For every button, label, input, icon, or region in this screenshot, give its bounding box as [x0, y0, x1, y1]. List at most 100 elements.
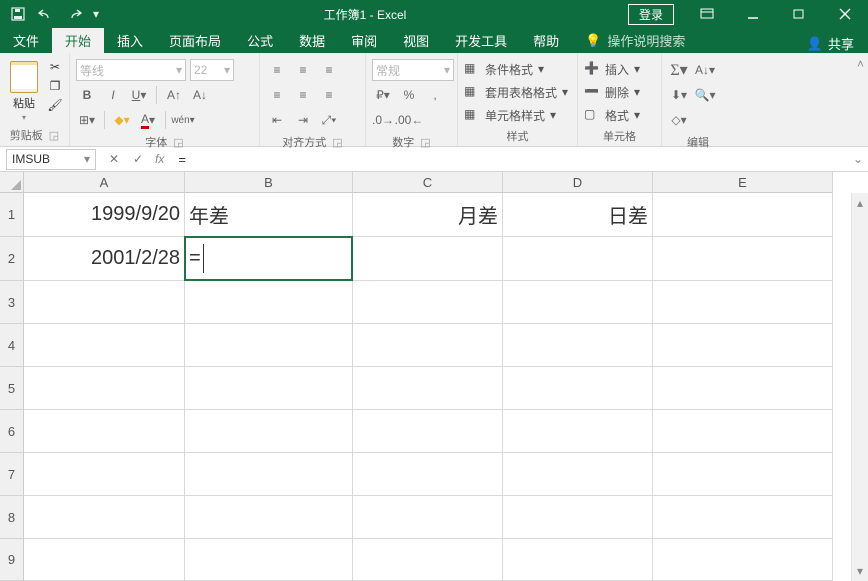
save-icon[interactable]	[6, 3, 30, 25]
cell-C4[interactable]	[353, 324, 503, 367]
comma-icon[interactable]: ,	[424, 84, 446, 106]
cell-E9[interactable]	[653, 539, 833, 581]
cell-A9[interactable]	[24, 539, 185, 581]
percent-icon[interactable]: %	[398, 84, 420, 106]
row-head-9[interactable]: 9	[0, 539, 24, 581]
dialog-launcher-icon[interactable]: ◲	[420, 136, 430, 149]
row-head-4[interactable]: 4	[0, 324, 24, 367]
align-left-icon[interactable]: ≡	[266, 84, 288, 106]
cell-D4[interactable]	[503, 324, 653, 367]
tab-file[interactable]: 文件	[0, 28, 52, 53]
cell-A8[interactable]	[24, 496, 185, 539]
font-color-button[interactable]: A▾	[137, 109, 159, 131]
cell-styles-button[interactable]: ▦单元格样式 ▾	[464, 105, 568, 125]
cell-C5[interactable]	[353, 367, 503, 410]
tell-me[interactable]: 💡操作说明搜索	[572, 28, 698, 53]
cell-B1[interactable]: 年差	[185, 193, 353, 237]
decrease-font-icon[interactable]: A↓	[189, 84, 211, 106]
cell-A2[interactable]: 2001/2/28	[24, 237, 185, 281]
find-select-icon[interactable]: 🔍▾	[694, 84, 716, 106]
scroll-up-icon[interactable]: ▴	[857, 196, 863, 210]
minimize-icon[interactable]	[730, 0, 776, 28]
undo-icon[interactable]	[34, 3, 58, 25]
paste-button[interactable]: 粘贴 ▾	[6, 59, 42, 124]
orientation-icon[interactable]: ⤢▾	[318, 109, 340, 131]
bold-button[interactable]: B	[76, 84, 98, 106]
col-head-B[interactable]: B	[185, 172, 353, 193]
row-head-2[interactable]: 2	[0, 237, 24, 281]
cell-D6[interactable]	[503, 410, 653, 453]
cell-C7[interactable]	[353, 453, 503, 496]
delete-cells-button[interactable]: ➖删除 ▾	[584, 82, 640, 102]
cell-B9[interactable]	[185, 539, 353, 581]
col-head-E[interactable]: E	[653, 172, 833, 193]
select-all-corner[interactable]	[0, 172, 24, 193]
decrease-decimal-icon[interactable]: .00←	[398, 109, 420, 131]
autosum-button[interactable]: Σ▾	[668, 59, 690, 81]
cell-C8[interactable]	[353, 496, 503, 539]
redo-icon[interactable]	[62, 3, 86, 25]
cell-E3[interactable]	[653, 281, 833, 324]
tab-developer[interactable]: 开发工具	[442, 28, 520, 53]
align-right-icon[interactable]: ≡	[318, 84, 340, 106]
font-name-select[interactable]: 等线▾	[76, 59, 186, 81]
active-cell[interactable]: =	[184, 236, 353, 281]
cell-E1[interactable]	[653, 193, 833, 237]
cell-D1[interactable]: 日差	[503, 193, 653, 237]
cell-D7[interactable]	[503, 453, 653, 496]
align-center-icon[interactable]: ≡	[292, 84, 314, 106]
cell-B8[interactable]	[185, 496, 353, 539]
cell-A7[interactable]	[24, 453, 185, 496]
phonetic-button[interactable]: wén▾	[172, 109, 194, 131]
format-painter-icon[interactable]: 🖌	[47, 97, 63, 113]
insert-cells-button[interactable]: ➕插入 ▾	[584, 59, 640, 79]
col-head-A[interactable]: A	[24, 172, 185, 193]
cell-E6[interactable]	[653, 410, 833, 453]
row-head-3[interactable]: 3	[0, 281, 24, 324]
cell-E4[interactable]	[653, 324, 833, 367]
conditional-format-button[interactable]: ▦条件格式 ▾	[464, 59, 568, 79]
increase-decimal-icon[interactable]: .0→	[372, 109, 394, 131]
cell-C3[interactable]	[353, 281, 503, 324]
currency-icon[interactable]: ₽▾	[372, 84, 394, 106]
fill-button[interactable]: ⬇▾	[668, 84, 690, 106]
cut-icon[interactable]: ✂	[47, 59, 63, 75]
cell-D2[interactable]	[503, 237, 653, 281]
fill-color-button[interactable]: ◆▾	[111, 109, 133, 131]
align-top-icon[interactable]: ≡	[266, 59, 288, 81]
close-icon[interactable]	[822, 0, 868, 28]
tab-layout[interactable]: 页面布局	[156, 28, 234, 53]
share-button[interactable]: 👤共享	[807, 34, 868, 53]
cell-A5[interactable]	[24, 367, 185, 410]
tab-data[interactable]: 数据	[286, 28, 338, 53]
cell-E8[interactable]	[653, 496, 833, 539]
qat-custom-icon[interactable]: ▾	[90, 3, 102, 25]
tab-help[interactable]: 帮助	[520, 28, 572, 53]
decrease-indent-icon[interactable]: ⇤	[266, 109, 288, 131]
tab-view[interactable]: 视图	[390, 28, 442, 53]
expand-formula-bar-icon[interactable]: ⌄	[848, 152, 868, 166]
cell-A1[interactable]: 1999/9/20	[24, 193, 185, 237]
login-button[interactable]: 登录	[628, 4, 674, 25]
increase-font-icon[interactable]: A↑	[163, 84, 185, 106]
underline-button[interactable]: U▾	[128, 84, 150, 106]
cell-A3[interactable]	[24, 281, 185, 324]
tab-review[interactable]: 审阅	[338, 28, 390, 53]
number-format-select[interactable]: 常规▾	[372, 59, 454, 81]
cell-B6[interactable]	[185, 410, 353, 453]
maximize-icon[interactable]	[776, 0, 822, 28]
dialog-launcher-icon[interactable]: ◲	[173, 136, 183, 149]
worksheet-grid[interactable]: 123456789 ABCDE 1999/9/20年差月差日差2001/2/28…	[0, 172, 868, 581]
italic-button[interactable]: I	[102, 84, 124, 106]
col-head-D[interactable]: D	[503, 172, 653, 193]
cell-E7[interactable]	[653, 453, 833, 496]
tab-home[interactable]: 开始	[52, 28, 104, 53]
cell-D8[interactable]	[503, 496, 653, 539]
vertical-scrollbar[interactable]: ▴ ▾	[851, 193, 868, 581]
row-head-6[interactable]: 6	[0, 410, 24, 453]
cell-D3[interactable]	[503, 281, 653, 324]
cell-D9[interactable]	[503, 539, 653, 581]
row-head-8[interactable]: 8	[0, 496, 24, 539]
cell-C2[interactable]	[353, 237, 503, 281]
tab-insert[interactable]: 插入	[104, 28, 156, 53]
